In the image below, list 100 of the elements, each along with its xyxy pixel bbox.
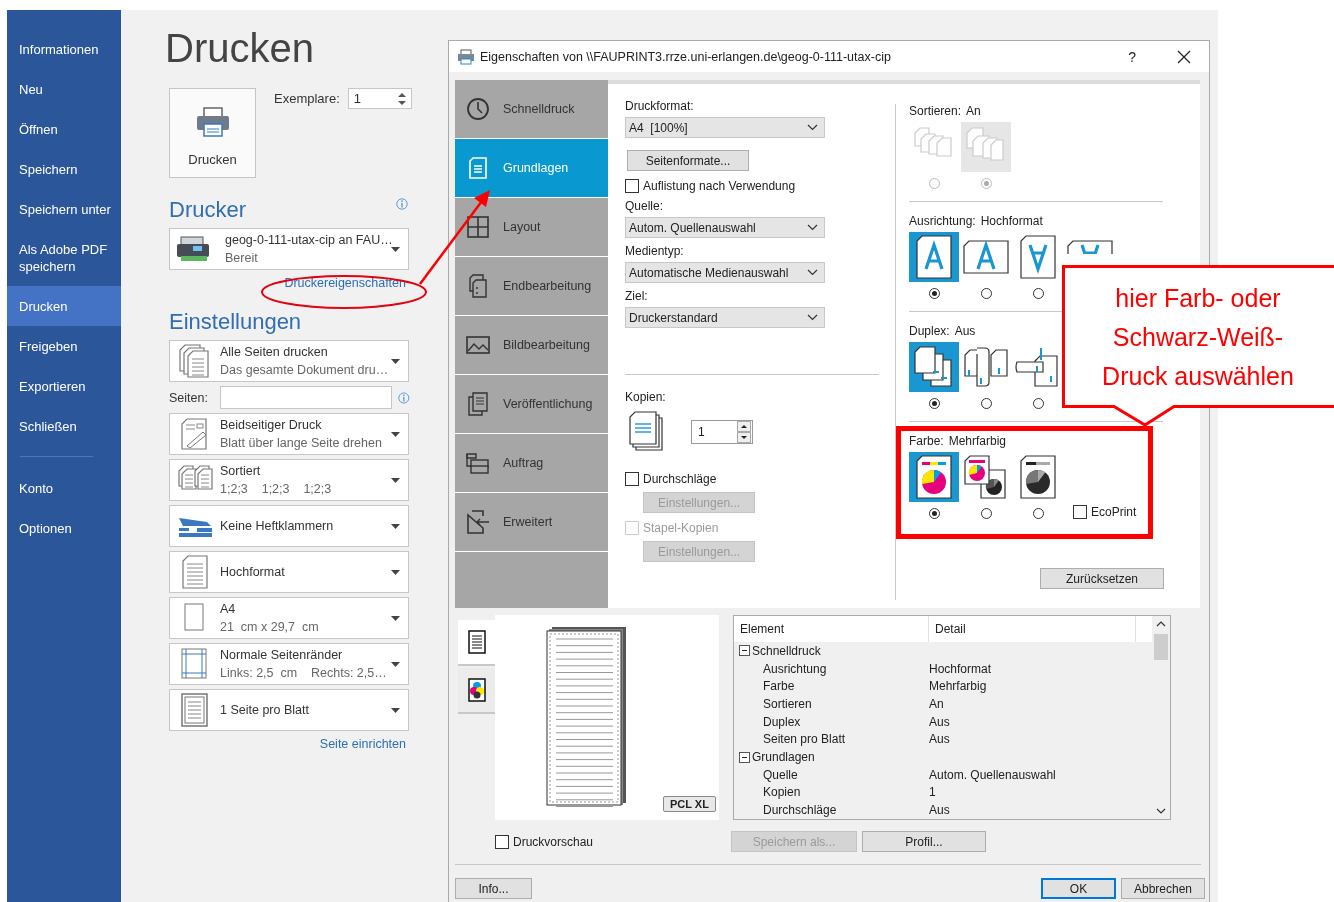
caret-icon[interactable] <box>391 477 400 483</box>
field-label: Medientyp: <box>625 243 684 259</box>
sidebar-tab[interactable]: Veröffentlichung <box>455 375 608 433</box>
dropdown[interactable]: Autom. Quellenauswahl <box>625 217 825 238</box>
print-button[interactable]: Drucken <box>169 88 256 178</box>
radio-button[interactable] <box>1032 508 1044 519</box>
settings-dropdown[interactable]: 1 Seite pro Blatt <box>169 689 409 731</box>
radio-button[interactable] <box>980 508 992 519</box>
section-heading: Drucker <box>169 196 246 224</box>
chevron-icon[interactable] <box>807 314 818 321</box>
dropdown[interactable]: A4 [100%] <box>625 117 825 138</box>
radio-button[interactable] <box>928 288 940 299</box>
printer-properties-link[interactable]: Druckereigenschaften <box>284 276 406 290</box>
button[interactable]: Profil... <box>862 831 986 852</box>
sidebar-tab[interactable]: Erweitert <box>455 493 608 551</box>
section-value: Hochformat <box>980 213 1043 229</box>
chevron-icon[interactable] <box>807 224 818 231</box>
close-icon[interactable] <box>1177 49 1191 64</box>
radio-button[interactable] <box>980 288 992 299</box>
sidebar-tab[interactable]: Schnelldruck <box>455 80 608 138</box>
table-cell: Hochformat <box>929 661 992 676</box>
radio-button[interactable] <box>1032 398 1044 409</box>
settings-dropdown[interactable]: Beidseitiger Druck Blatt über lange Seite drehen <box>169 413 409 455</box>
reset-button[interactable]: Zurücksetzen <box>1040 568 1164 589</box>
preview-tab[interactable] <box>458 668 495 714</box>
table-cell-text: Seiten pro Blatt <box>762 732 847 747</box>
sidebar-item[interactable]: Neu <box>7 69 121 109</box>
scrollbar[interactable] <box>1152 616 1170 819</box>
pages-field[interactable] <box>219 386 393 409</box>
chevron-icon[interactable] <box>807 124 818 131</box>
checkbox[interactable] <box>625 179 639 193</box>
section-label: Ausrichtung: <box>909 213 976 229</box>
spinner-arrows-icon[interactable] <box>737 421 751 443</box>
preview-tab[interactable] <box>458 620 495 666</box>
caret-icon[interactable] <box>391 661 400 667</box>
settings-dropdown[interactable]: Hochformat <box>169 551 409 593</box>
button[interactable]: Seitenformate... <box>627 150 749 171</box>
settings-dropdown[interactable]: Sortiert 1;2;3 1;2;3 1;2;3 <box>169 459 409 501</box>
color-pie-icon[interactable] <box>909 452 959 502</box>
info-icon[interactable] <box>396 198 408 210</box>
checkbox-label: EcoPrint <box>1091 505 1137 519</box>
caret-icon[interactable] <box>391 707 400 713</box>
window-title: Eigenschaften von \\FAUPRINT3.rrze.uni-erlangen.de\geog-0-111-utax-cip <box>480 49 892 64</box>
sidebar-item[interactable]: Schließen <box>7 406 121 446</box>
collapse-icon[interactable] <box>739 751 750 763</box>
radio-button[interactable] <box>980 398 992 409</box>
sidebar-tab[interactable]: Layout <box>455 198 608 256</box>
settings-dropdown[interactable]: Keine Heftklammern <box>169 505 409 547</box>
checkbox-label: Durchschläge <box>643 472 717 486</box>
sidebar-tab[interactable]: Auftrag <box>455 434 608 492</box>
radio-button[interactable] <box>1032 288 1044 299</box>
printer-dropdown[interactable]: geog-0-111-utax-cip an FAU… Bereit <box>169 228 409 270</box>
sidebar-item[interactable]: Informationen <box>7 29 121 69</box>
copies-field[interactable]: 1 <box>691 420 753 444</box>
collapse-icon[interactable] <box>739 645 750 657</box>
settings-dropdown[interactable]: A4 21 cm x 29,7 cm <box>169 597 409 639</box>
caret-icon[interactable] <box>391 615 400 621</box>
page-setup-link[interactable]: Seite einrichten <box>319 737 406 751</box>
button[interactable]: Info... <box>455 878 532 899</box>
sidebar-item[interactable]: Drucken <box>7 286 121 326</box>
sidebar-tab[interactable]: Bildbearbeitung <box>455 316 608 374</box>
portrait-icon[interactable] <box>909 232 959 282</box>
section-value: Aus <box>954 323 976 339</box>
checkbox[interactable] <box>495 834 509 849</box>
button[interactable]: OK <box>1041 878 1116 899</box>
column-header[interactable]: Element <box>734 616 929 642</box>
single-sided-icon[interactable] <box>909 342 959 392</box>
caret-icon[interactable] <box>391 358 400 364</box>
column-header[interactable]: Detail <box>929 616 1136 642</box>
dropdown[interactable]: Druckerstandard <box>625 307 825 328</box>
button[interactable]: Abbrechen <box>1121 878 1205 899</box>
checkbox-label: Auflistung nach Verwendung <box>643 179 796 193</box>
caret-icon[interactable] <box>391 569 400 575</box>
sidebar-item[interactable]: Speichern <box>7 149 121 189</box>
sidebar-item[interactable]: Öffnen <box>7 109 121 149</box>
sidebar-item[interactable]: Konto <box>7 468 121 508</box>
sidebar-item[interactable]: Freigeben <box>7 326 121 366</box>
chevron-icon[interactable] <box>807 269 818 276</box>
sidebar-item[interactable]: Optionen <box>7 508 121 548</box>
spinner-arrows-icon[interactable] <box>396 90 407 107</box>
copies-field[interactable]: 1 <box>347 88 412 109</box>
sidebar-tab[interactable]: Endbearbeitung <box>455 257 608 315</box>
sidebar-item[interactable]: Als Adobe PDF speichern <box>7 229 121 286</box>
sidebar-item[interactable]: Speichern unter <box>7 189 121 229</box>
dropdown[interactable]: Automatische Medienauswahl <box>625 262 825 283</box>
caret-icon[interactable] <box>391 246 400 252</box>
radio-button[interactable] <box>928 398 940 409</box>
settings-dropdown[interactable]: Alle Seiten drucken Das gesamte Dokument dru… <box>169 340 409 382</box>
checkbox[interactable] <box>625 472 639 486</box>
sidebar-item[interactable]: Exportieren <box>7 366 121 406</box>
table-cell-text: Ausrichtung <box>762 661 828 676</box>
document-lines-icon <box>465 629 488 655</box>
caret-icon[interactable] <box>391 523 400 529</box>
radio-button[interactable] <box>928 508 940 519</box>
help-button[interactable]: ? <box>1128 48 1136 65</box>
checkbox[interactable] <box>1073 505 1087 519</box>
checkbox-label: Stapel-Kopien <box>643 521 719 535</box>
trays-icon <box>465 450 491 476</box>
caret-icon[interactable] <box>391 431 400 437</box>
settings-dropdown[interactable]: Normale Seitenränder Links: 2,5 cm Rechts: 2,5… <box>169 643 409 685</box>
